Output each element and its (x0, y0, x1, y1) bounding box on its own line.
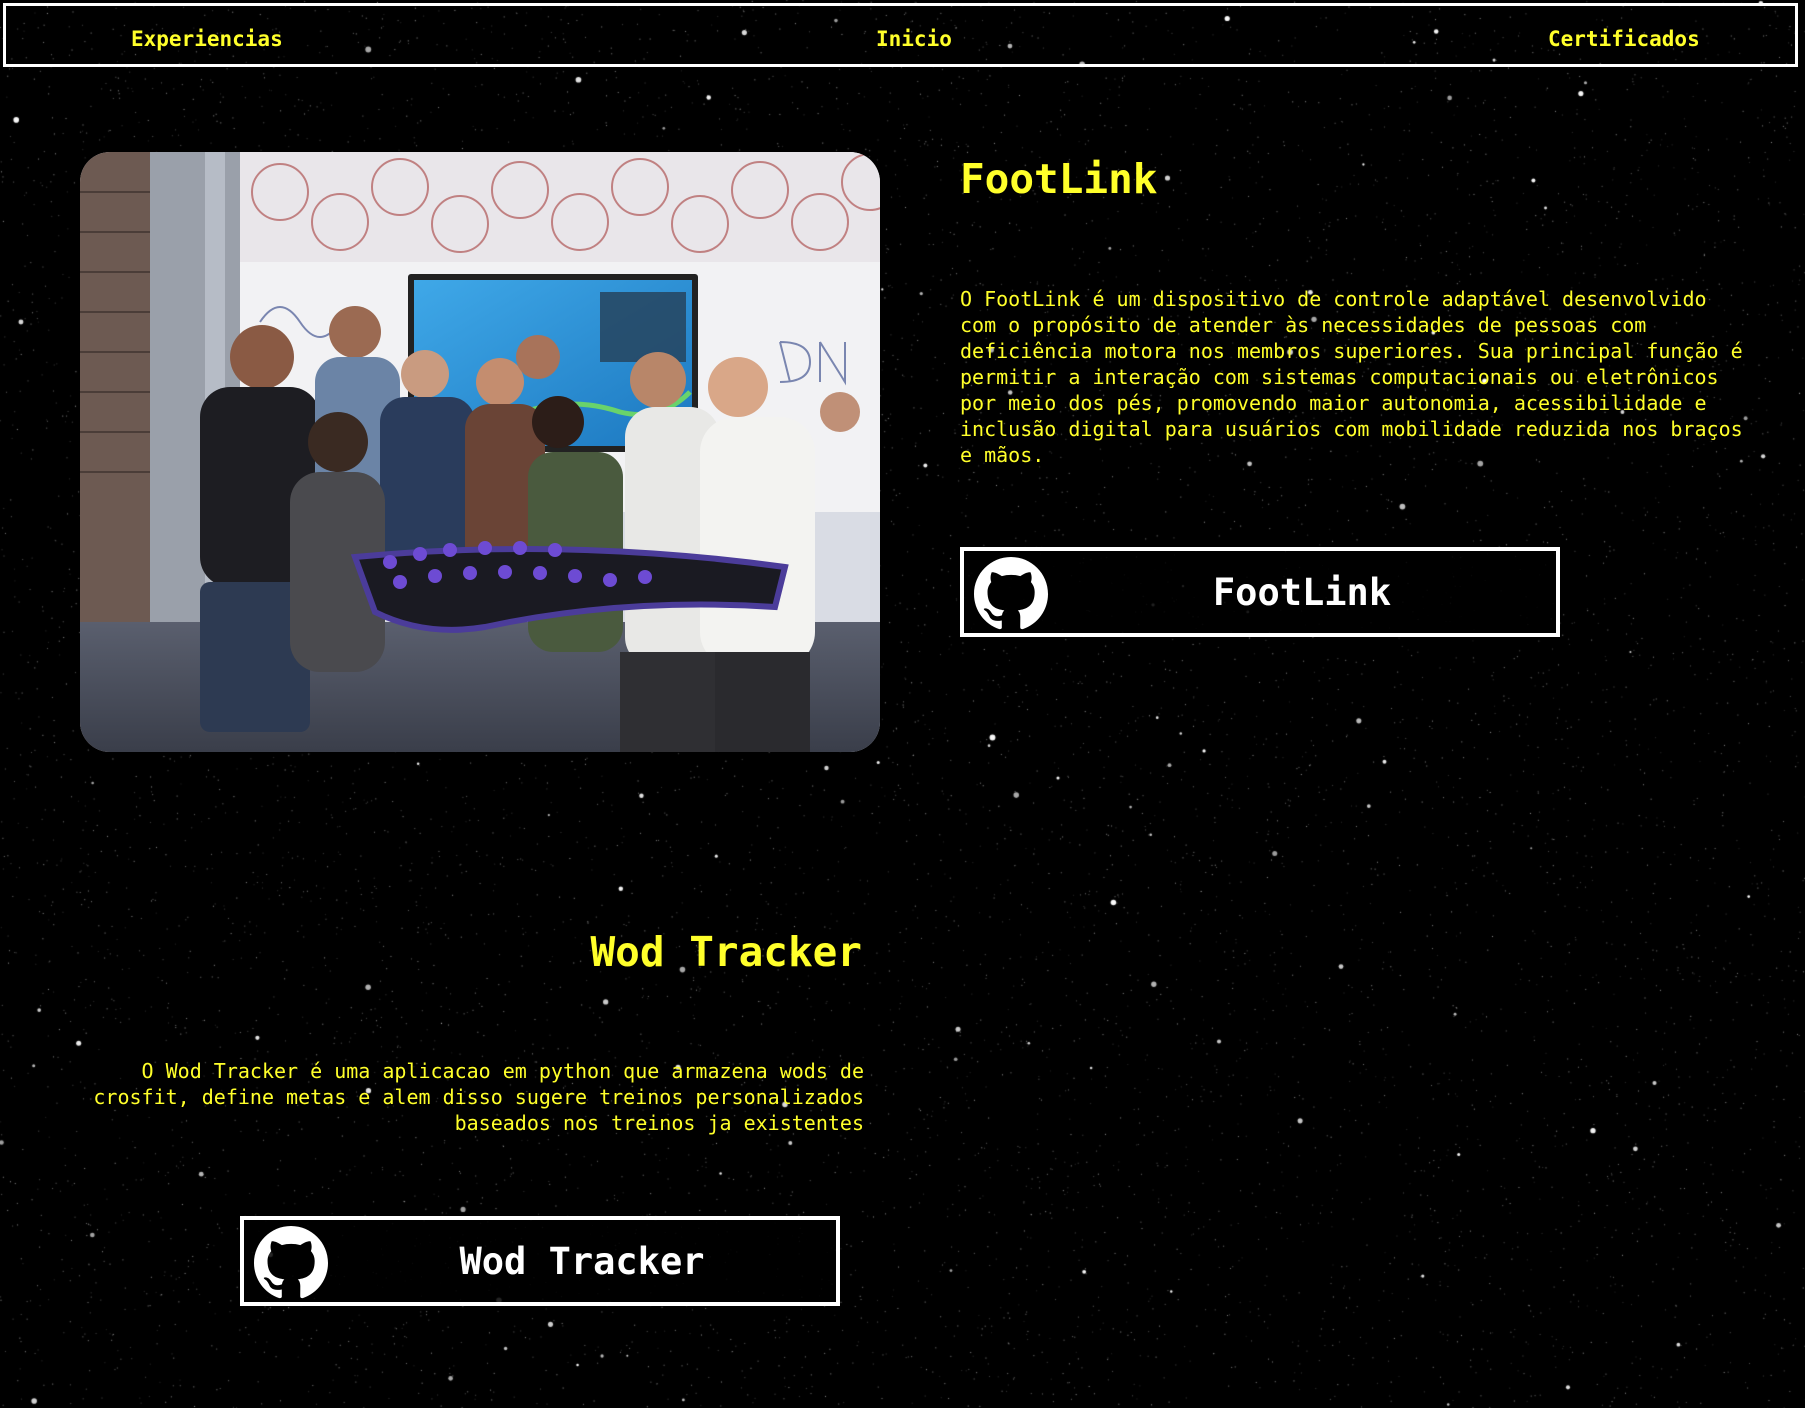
footlink-team-photo (80, 152, 880, 752)
project-title-wod-tracker: Wod Tracker (590, 928, 862, 976)
project-title-footlink: FootLink (960, 155, 1158, 203)
project-description-wod-tracker: O Wod Tracker é uma aplicacao em python … (93, 1059, 864, 1135)
github-icon (974, 557, 1048, 630)
footlink-github-button[interactable]: FootLink (960, 547, 1560, 637)
nav-link-certificates[interactable]: Certificados (1548, 27, 1700, 51)
github-icon (254, 1226, 328, 1299)
top-navbar: Experiencias Inicio Certificados (3, 3, 1798, 67)
nav-link-home[interactable]: Inicio (876, 27, 952, 51)
wod-tracker-github-button[interactable]: Wod Tracker (240, 1216, 840, 1306)
footlink-github-label: FootLink (1212, 570, 1392, 614)
project-description-footlink: O FootLink é um dispositivo de controle … (960, 287, 1743, 467)
nav-link-experiences[interactable]: Experiencias (131, 27, 283, 51)
wod-tracker-github-label: Wod Tracker (459, 1239, 705, 1283)
